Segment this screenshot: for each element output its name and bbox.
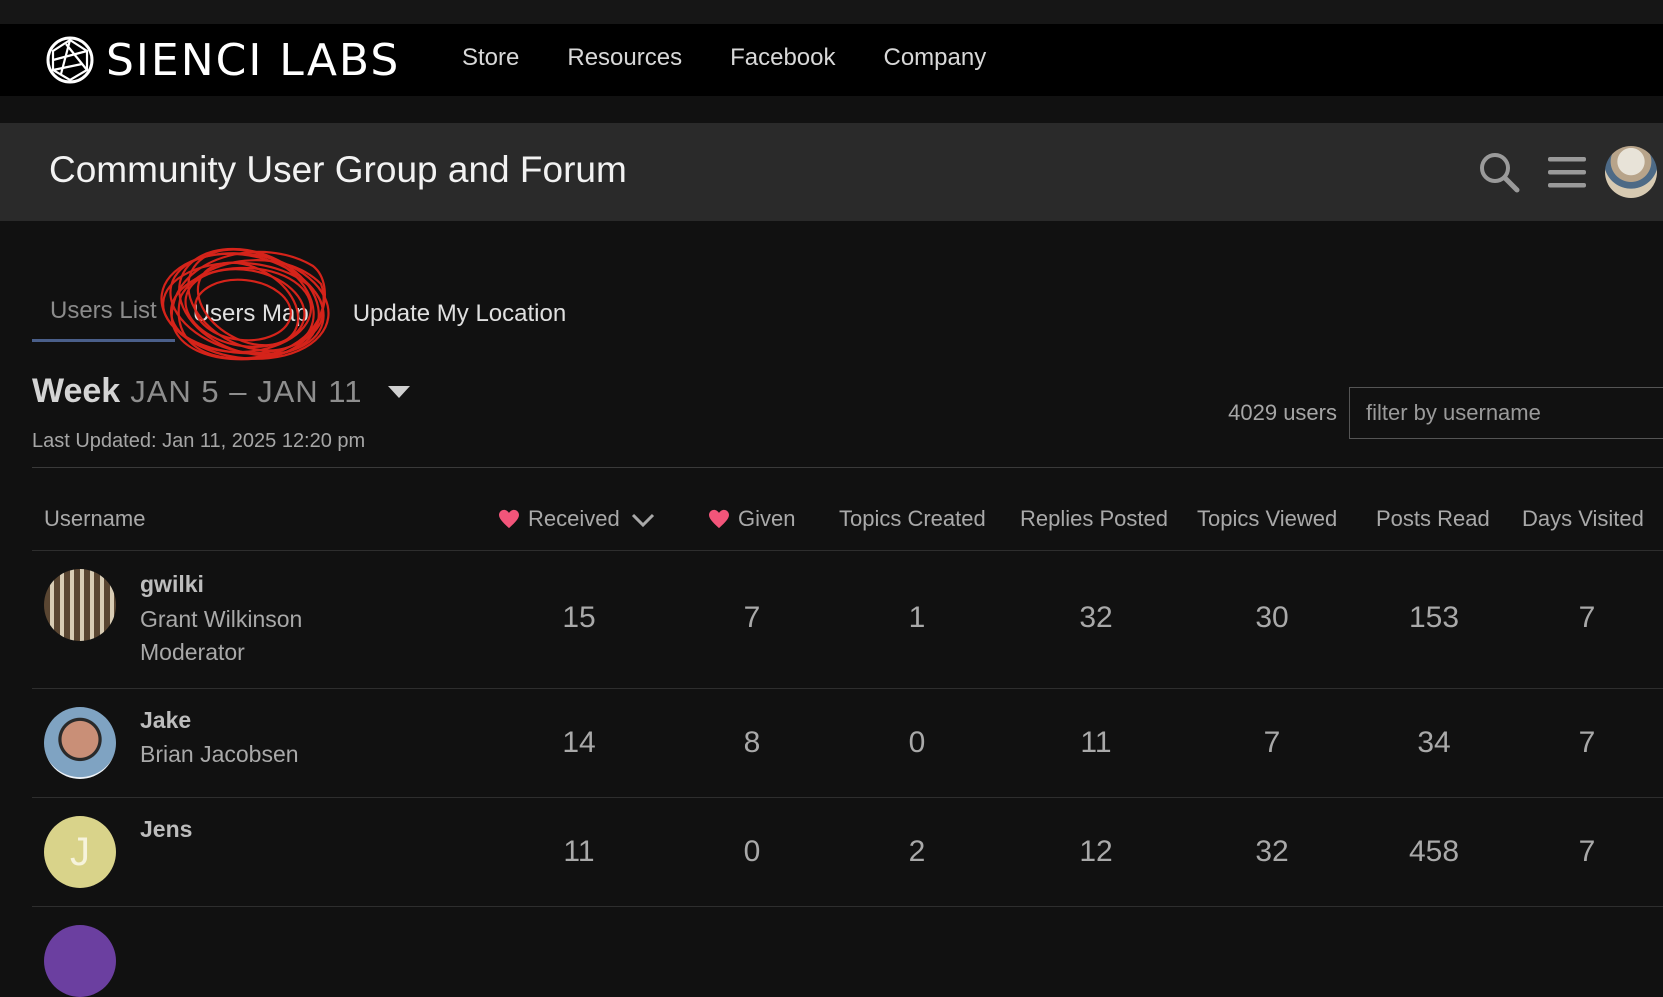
topics-viewed-value: 30 [1255, 601, 1289, 634]
topics-viewed-value: 32 [1255, 835, 1289, 868]
avatar[interactable] [44, 569, 116, 641]
hamburger-menu-icon[interactable] [1543, 148, 1591, 196]
sienci-logo[interactable]: SIENCI LABS [44, 34, 400, 86]
period-selector: Week JAN 5 – JAN 11 [32, 372, 412, 411]
user-count: 4029 users [1228, 400, 1337, 425]
table-row: gwilki Grant Wilkinson Moderator 15 7 1 … [32, 551, 1663, 689]
nav-company[interactable]: Company [884, 44, 987, 72]
chevron-down-icon[interactable] [386, 379, 412, 405]
replies-posted-value: 12 [1079, 835, 1113, 868]
table-header: Username Received Given Topics Created R… [32, 500, 1663, 551]
avatar[interactable] [44, 707, 116, 779]
table-row: Jake Brian Jacobsen 14 8 0 11 7 34 7 [32, 689, 1663, 798]
username[interactable]: gwilki [140, 571, 204, 598]
days-visited-value: 7 [1578, 835, 1596, 868]
nav-store[interactable]: Store [462, 44, 519, 72]
user-full-name: Grant Wilkinson [140, 606, 303, 632]
topics-created-value: 0 [908, 726, 926, 759]
username[interactable]: Jake [140, 707, 191, 734]
replies-posted-value: 32 [1079, 601, 1113, 634]
received-value: 11 [563, 835, 595, 868]
divider [32, 467, 1663, 468]
tab-users-map[interactable]: Users Map [175, 300, 327, 342]
col-received-label: Received [528, 506, 620, 531]
avatar[interactable]: J [44, 816, 116, 888]
period-range: JAN 5 – JAN 11 [130, 373, 363, 409]
directory-tabs: Users List Users Map Update My Location [32, 290, 584, 342]
brand-name: SIENCI LABS [106, 34, 401, 86]
top-strip [0, 0, 1663, 24]
last-updated-text: Last Updated: Jan 11, 2025 12:20 pm [32, 430, 366, 452]
posts-read-value: 153 [1408, 601, 1460, 634]
col-topics-viewed[interactable]: Topics Viewed [1197, 506, 1337, 532]
forum-header: Community User Group and Forum [0, 123, 1663, 221]
table-row: J Jens 11 0 2 12 32 458 7 [32, 798, 1663, 907]
user-title: Moderator [140, 639, 245, 665]
user-full-name: Brian Jacobsen [140, 741, 299, 767]
col-replies-posted[interactable]: Replies Posted [1020, 506, 1168, 532]
period-label: Week [32, 372, 121, 410]
days-visited-value: 7 [1578, 601, 1596, 634]
col-received[interactable]: Received [498, 506, 656, 532]
current-user-avatar[interactable] [1605, 146, 1657, 198]
given-value: 0 [743, 835, 761, 868]
received-value: 15 [562, 601, 596, 634]
col-given-label: Given [738, 506, 796, 531]
nav-resources[interactable]: Resources [567, 44, 682, 72]
days-visited-value: 7 [1578, 726, 1596, 759]
given-value: 8 [743, 726, 761, 759]
search-icon[interactable] [1475, 148, 1523, 196]
given-value: 7 [743, 601, 761, 634]
col-username[interactable]: Username [44, 506, 145, 532]
topics-created-value: 1 [908, 601, 926, 634]
brand-header: SIENCI LABS Store Resources Facebook Com… [0, 24, 1663, 96]
header-icons [1475, 123, 1663, 221]
brand-nav: Store Resources Facebook Company [462, 44, 986, 72]
forum-title[interactable]: Community User Group and Forum [49, 149, 627, 191]
col-given[interactable]: Given [708, 506, 795, 532]
posts-read-value: 34 [1417, 726, 1451, 759]
username[interactable]: Jens [140, 816, 192, 843]
col-days-visited[interactable]: Days Visited [1522, 506, 1644, 532]
tab-users-list[interactable]: Users List [32, 297, 175, 342]
sort-chevron-down-icon [631, 513, 654, 528]
heart-icon [499, 509, 519, 529]
avatar[interactable] [44, 925, 116, 997]
nav-facebook[interactable]: Facebook [730, 44, 835, 72]
received-value: 14 [562, 726, 596, 759]
col-posts-read[interactable]: Posts Read [1376, 506, 1490, 532]
topics-viewed-value: 7 [1263, 726, 1281, 759]
topics-created-value: 2 [908, 835, 926, 868]
tab-update-my-location[interactable]: Update My Location [327, 300, 584, 342]
col-topics-created[interactable]: Topics Created [839, 506, 986, 532]
replies-posted-value: 11 [1080, 726, 1112, 759]
sienci-logo-icon [46, 36, 94, 84]
filter-username-input[interactable] [1349, 387, 1663, 439]
heart-icon [709, 509, 729, 529]
posts-read-value: 458 [1408, 835, 1460, 868]
table-row [32, 907, 1663, 997]
